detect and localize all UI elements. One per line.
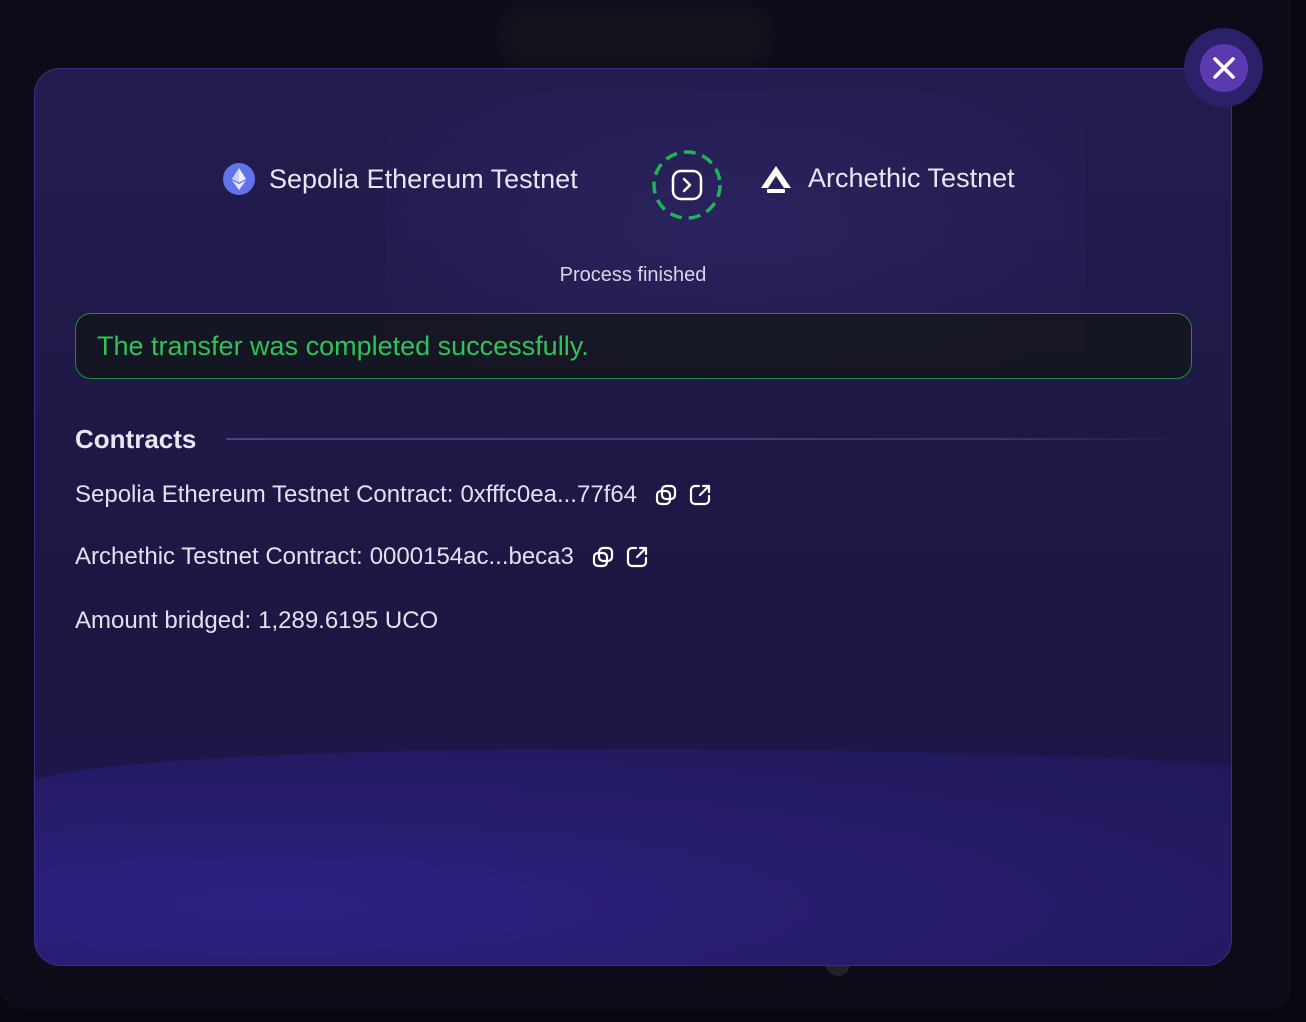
copy-icon[interactable] bbox=[653, 482, 679, 508]
contracts-section-header: Contracts bbox=[75, 419, 1192, 459]
chain-route: Sepolia Ethereum Testnet Archethic Testn… bbox=[35, 149, 1231, 221]
amount-label: Amount bridged: bbox=[75, 607, 252, 634]
amount-row: Amount bridged: 1,289.6195 UCO bbox=[75, 607, 438, 635]
archethic-icon bbox=[761, 165, 791, 193]
close-icon bbox=[1212, 56, 1235, 79]
amount-value: 1,289.6195 UCO bbox=[258, 607, 439, 634]
arch-contract-row: Archethic Testnet Contract: 0000154ac...… bbox=[75, 543, 650, 571]
external-link-icon[interactable] bbox=[624, 544, 650, 570]
success-alert: The transfer was completed successfully. bbox=[75, 313, 1192, 379]
success-message: The transfer was completed successfully. bbox=[97, 330, 589, 361]
bridge-direction-button[interactable] bbox=[651, 149, 723, 221]
arch-contract-address: 0000154ac...beca3 bbox=[369, 543, 574, 570]
process-status: Process finished bbox=[559, 264, 707, 286]
close-button[interactable] bbox=[1184, 28, 1263, 107]
background-glow bbox=[500, 8, 770, 63]
eth-contract-row: Sepolia Ethereum Testnet Contract: 0xfff… bbox=[75, 481, 713, 509]
copy-icon[interactable] bbox=[590, 544, 616, 570]
ethereum-icon bbox=[223, 163, 255, 195]
arch-contract-label: Archethic Testnet Contract: bbox=[75, 543, 363, 570]
close-button-inner bbox=[1199, 43, 1248, 92]
modal-wave-decoration bbox=[35, 749, 1231, 965]
contracts-heading: Contracts bbox=[75, 423, 197, 454]
bridge-result-modal: Sepolia Ethereum Testnet Archethic Testn… bbox=[34, 68, 1232, 966]
bridge-arrow-icon bbox=[652, 150, 722, 220]
to-chain: Archethic Testnet bbox=[759, 163, 1015, 194]
section-divider bbox=[226, 438, 1192, 440]
external-link-icon[interactable] bbox=[687, 482, 713, 508]
to-chain-name: Archethic Testnet bbox=[808, 163, 1015, 193]
eth-contract-label: Sepolia Ethereum Testnet Contract: bbox=[75, 481, 454, 508]
eth-contract-address: 0xfffc0ea...77f64 bbox=[460, 481, 638, 508]
from-chain-name: Sepolia Ethereum Testnet bbox=[269, 163, 578, 194]
from-chain: Sepolia Ethereum Testnet bbox=[223, 163, 578, 195]
